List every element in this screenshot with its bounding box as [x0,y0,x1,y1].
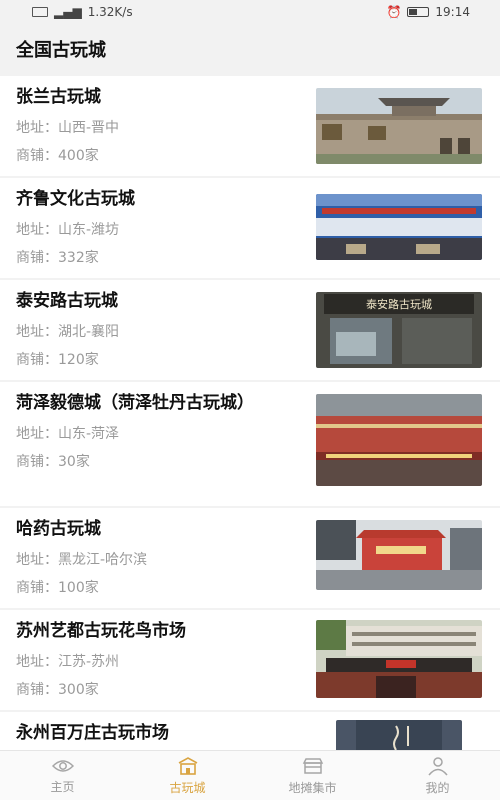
market-photo[interactable] [316,520,482,590]
sign-text: 泰安路古玩城 [366,297,432,311]
status-bar: ▂▄▆ 1.32K/s ⏰ 19:14 [0,0,500,24]
market-shops: 商铺：300家 [16,680,296,700]
shops-value: 300家 [58,682,99,698]
market-address: 地址：山东-菏泽 [16,424,296,444]
shops-label: 商铺： [16,250,58,266]
market-address: 地址：江苏-苏州 [16,652,296,672]
tab-mine[interactable]: 我的 [375,751,500,800]
market-shops: 商铺：100家 [16,578,296,598]
market-card[interactable]: 菏泽毅德城（菏泽牡丹古玩城） 地址：山东-菏泽 商铺：30家 [0,382,500,506]
shops-value: 120家 [58,352,99,368]
market-address: 地址：黑龙江-哈尔滨 [16,550,296,570]
tab-antique-city[interactable]: 古玩城 [125,751,250,800]
tab-label: 地摊集市 [288,780,337,795]
market-card[interactable]: 张兰古玩城 地址：山西-晋中 商铺：400家 [0,76,500,176]
tab-label: 古玩城 [169,780,206,795]
market-name: 齐鲁文化古玩城 [16,189,135,209]
stall-icon [302,757,323,774]
market-name: 张兰古玩城 [16,87,101,107]
market-info: 齐鲁文化古玩城 地址：山东-潍坊 商铺：332家 [16,186,296,268]
shops-value: 332家 [58,250,99,266]
market-info: 菏泽毅德城（菏泽牡丹古玩城） 地址：山东-菏泽 商铺：30家 [16,390,296,472]
market-photo[interactable] [316,194,482,260]
market-card[interactable]: 哈药古玩城 地址：黑龙江-哈尔滨 商铺：100家 [0,508,500,608]
shops-value: 400家 [58,148,99,164]
shops-label: 商铺： [16,454,58,470]
market-photo[interactable] [336,720,462,750]
tab-label: 主页 [50,779,75,794]
market-name: 泰安路古玩城 [16,291,118,311]
address-value: 湖北-襄阳 [58,324,120,340]
market-address: 地址：山西-晋中 [16,118,296,138]
market-shops: 商铺：30家 [16,452,296,472]
address-value: 江苏-苏州 [58,654,120,670]
status-right: ⏰ 19:14 [386,5,470,19]
market-name: 苏州艺都古玩花鸟市场 [16,621,186,641]
market-info: 泰安路古玩城 地址：湖北-襄阳 商铺：120家 [16,288,296,370]
network-speed: 1.32K/s [87,5,133,19]
address-label: 地址： [16,654,58,670]
market-info: 苏州艺都古玩花鸟市场 地址：江苏-苏州 商铺：300家 [16,618,296,700]
market-shops: 商铺：332家 [16,248,296,268]
shops-label: 商铺： [16,682,58,698]
market-photo[interactable]: 泰安路古玩城 [316,292,482,368]
shops-value: 100家 [58,580,99,596]
address-value: 黑龙江-哈尔滨 [58,552,148,568]
tab-label: 我的 [425,780,450,795]
market-card[interactable]: 泰安路古玩城 地址：湖北-襄阳 商铺：120家 泰安路古玩城 [0,280,500,380]
shops-label: 商铺： [16,352,58,368]
market-card[interactable]: 齐鲁文化古玩城 地址：山东-潍坊 商铺：332家 [0,178,500,278]
market-list[interactable]: 张兰古玩城 地址：山西-晋中 商铺：400家 齐鲁文化古玩城 地址：山东-潍坊 [0,76,500,750]
market-name: 菏泽毅德城（菏泽牡丹古玩城） [16,393,254,413]
market-address: 地址：山东-潍坊 [16,220,296,240]
bottom-tab-bar: 主页 古玩城 地摊集市 我的 [0,750,500,800]
shops-label: 商铺： [16,580,58,596]
address-value: 山东-菏泽 [58,426,120,442]
address-value: 山东-潍坊 [58,222,120,238]
market-shops: 商铺：400家 [16,146,296,166]
market-card[interactable]: 苏州艺都古玩花鸟市场 地址：江苏-苏州 商铺：300家 [0,610,500,710]
address-label: 地址： [16,552,58,568]
market-photo[interactable] [316,394,482,486]
market-card[interactable]: 永州百万庄古玩市场 [0,712,500,750]
eye-icon [51,759,74,772]
market-name: 哈药古玩城 [16,519,101,539]
address-value: 山西-晋中 [58,120,120,136]
market-shops: 商铺：120家 [16,350,296,370]
signal-icon: ▂▄▆ [54,5,82,19]
status-left: ▂▄▆ 1.32K/s [32,5,133,19]
user-icon [427,756,448,775]
market-info: 永州百万庄古玩市场 [16,720,296,746]
market-name: 永州百万庄古玩市场 [16,723,169,743]
address-label: 地址： [16,426,58,442]
tab-home[interactable]: 主页 [0,751,125,800]
alarm-icon: ⏰ [386,5,402,19]
shops-label: 商铺： [16,148,58,164]
battery-icon [407,7,430,17]
address-label: 地址： [16,222,58,238]
address-label: 地址： [16,120,58,136]
tab-stall-market[interactable]: 地摊集市 [250,751,375,800]
market-address: 地址：湖北-襄阳 [16,322,296,342]
page-title: 全国古玩城 [0,24,500,74]
sim-icon [32,7,48,17]
market-photo[interactable] [316,88,482,164]
market-info: 张兰古玩城 地址：山西-晋中 商铺：400家 [16,84,296,166]
palace-icon [178,756,197,775]
market-info: 哈药古玩城 地址：黑龙江-哈尔滨 商铺：100家 [16,516,296,598]
clock: 19:14 [435,5,470,19]
shops-value: 30家 [58,454,90,470]
market-photo[interactable] [316,620,482,698]
address-label: 地址： [16,324,58,340]
